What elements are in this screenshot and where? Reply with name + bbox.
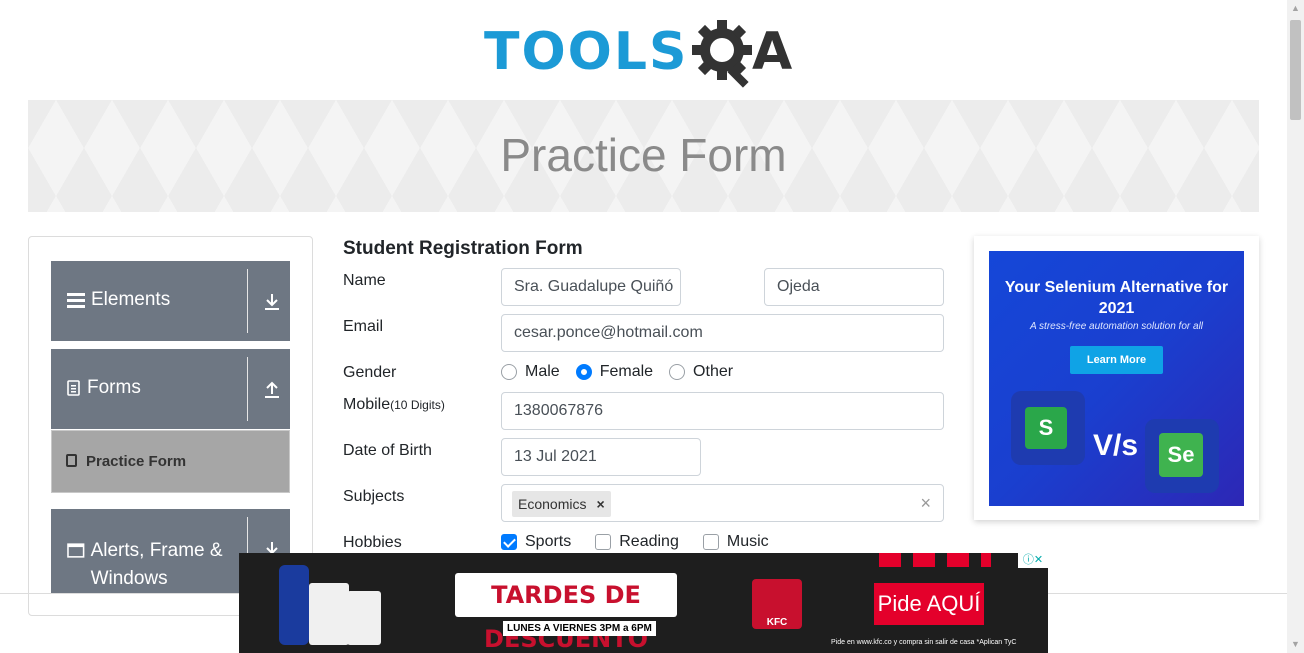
order-here-button[interactable]: Pide AQUÍ <box>874 583 984 625</box>
promo-headline: TARDES DE DESCUENTO <box>455 573 677 653</box>
promo-days: LUNES A VIERNES 3PM a 6PM <box>503 621 656 636</box>
gender-option-label: Female <box>599 363 654 380</box>
fries-image <box>347 591 381 645</box>
kfc-banner-ad[interactable]: TARDES DE DESCUENTO LUNES A VIERNES 3PM … <box>239 553 1048 653</box>
kfc-stripes <box>879 553 991 567</box>
sidebar-item-practice-form[interactable]: Practice Form <box>51 430 290 493</box>
page-banner: Practice Form <box>28 100 1259 212</box>
mobile-label: Mobile(10 Digits) <box>343 396 445 414</box>
upload-icon[interactable] <box>261 379 283 401</box>
dob-label: Date of Birth <box>343 442 432 459</box>
gender-female-option[interactable]: Female <box>575 363 654 381</box>
mobile-input[interactable]: 1380067876 <box>501 392 944 430</box>
sidebar-group-label: Forms <box>87 377 141 398</box>
radio-other[interactable] <box>669 364 686 380</box>
checkbox-sports[interactable] <box>501 534 517 550</box>
hobby-label: Sports <box>525 533 572 550</box>
logo-text: TOOLS <box>484 22 689 82</box>
hobbies-label: Hobbies <box>343 534 402 551</box>
checkbox-music[interactable] <box>702 534 719 550</box>
gender-option-label: Other <box>693 363 734 380</box>
subjects-label: Subjects <box>343 488 405 505</box>
scrollbar-thumb[interactable] <box>1290 20 1301 120</box>
form-icon <box>66 454 77 467</box>
toolsqa-logo[interactable]: TOOLS A <box>484 14 814 92</box>
selenium-logo-letter: Se <box>1159 433 1203 477</box>
gender-male-option[interactable]: Male <box>501 363 560 381</box>
ad-subline: A stress-free automation solution for al… <box>1029 321 1204 332</box>
sidebar-group-label: Alerts, Frame & Windows <box>90 540 223 589</box>
hobby-label: Reading <box>619 533 679 550</box>
logo-text-a: A <box>752 22 793 82</box>
hobby-label: Music <box>726 533 769 550</box>
divider <box>247 269 248 333</box>
mobile-hint: (10 Digits) <box>390 398 445 412</box>
document-icon <box>67 380 80 396</box>
soda-bottle-image <box>279 565 309 645</box>
ad-fine-print: Pide en www.kfc.co y compra sin salir de… <box>831 639 1017 646</box>
gender-option-label: Male <box>525 363 560 380</box>
versus-text: V/s <box>1093 429 1139 462</box>
learn-more-button[interactable]: Learn More <box>1070 346 1163 374</box>
hobbies-checkbox-group: Sports Reading Music <box>501 533 785 551</box>
checkbox-reading[interactable] <box>595 534 612 550</box>
sidebar-group-forms[interactable]: Forms <box>51 349 290 429</box>
gender-label: Gender <box>343 364 397 381</box>
selenium-logo-icon: Se <box>1145 419 1219 493</box>
name-label: Name <box>343 272 386 289</box>
menu-icon <box>67 293 85 308</box>
window-icon <box>67 543 85 558</box>
mobile-label-text: Mobile <box>343 396 391 413</box>
kfc-logo: KFC <box>752 579 802 629</box>
sidebar-group-elements[interactable]: Elements <box>51 261 290 341</box>
first-name-input[interactable]: Sra. Guadalupe Quiñó <box>501 268 681 306</box>
scroll-up-icon[interactable]: ▲ <box>1287 0 1304 17</box>
email-label: Email <box>343 318 384 335</box>
hobby-music-option[interactable]: Music <box>702 533 769 551</box>
radio-male[interactable] <box>501 364 517 380</box>
katalon-logo-letter: S <box>1025 407 1067 449</box>
subjects-input[interactable]: Economics × × <box>501 484 944 522</box>
gear-icon <box>692 20 752 88</box>
hobby-sports-option[interactable]: Sports <box>501 533 571 551</box>
radio-female[interactable] <box>575 364 592 380</box>
katalon-logo-icon: S <box>1011 391 1085 465</box>
gender-other-option[interactable]: Other <box>669 363 733 381</box>
scroll-down-icon[interactable]: ▼ <box>1287 636 1304 653</box>
subject-chip: Economics × <box>512 491 611 517</box>
email-input[interactable]: cesar.ponce@hotmail.com <box>501 314 944 352</box>
form-title: Student Registration Form <box>343 238 583 259</box>
selenium-alternative-ad[interactable]: Your Selenium Alternative for 2021 A str… <box>989 251 1244 506</box>
date-of-birth-input[interactable]: 13 Jul 2021 <box>501 438 701 476</box>
download-icon[interactable] <box>261 291 283 313</box>
sidebar-group-label: Elements <box>91 289 171 310</box>
gender-radio-group: Male Female Other <box>501 363 749 381</box>
remove-subject-icon[interactable]: × <box>596 496 604 512</box>
vertical-scrollbar[interactable]: ▲ ▼ <box>1287 0 1304 653</box>
ad-headline: Your Selenium Alternative for 2021 <box>1004 279 1229 317</box>
last-name-input[interactable]: Ojeda <box>764 268 944 306</box>
clear-subjects-icon[interactable]: × <box>920 493 931 514</box>
hobby-reading-option[interactable]: Reading <box>595 533 679 551</box>
page-title: Practice Form <box>500 129 787 181</box>
ad-choices-icon[interactable]: ⓘ✕ <box>1018 553 1048 568</box>
chicken-bucket-image <box>309 583 349 645</box>
sidebar-item-label: Practice Form <box>86 453 187 470</box>
subject-chip-label: Economics <box>518 496 587 512</box>
divider <box>247 357 248 421</box>
